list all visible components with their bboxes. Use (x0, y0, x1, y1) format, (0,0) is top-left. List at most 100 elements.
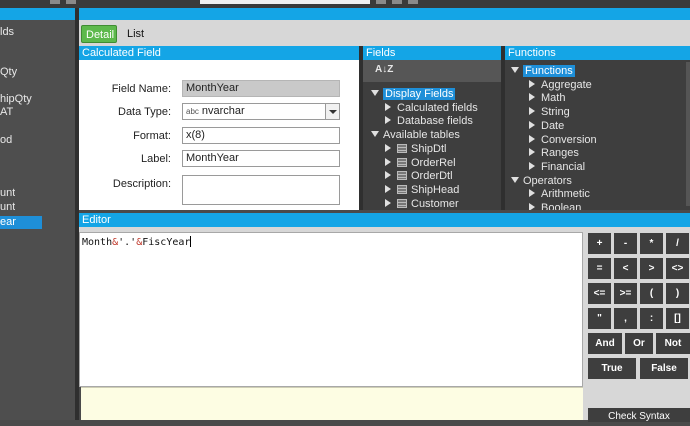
bool-button-false[interactable]: False (640, 358, 688, 379)
tree-node-label: Customer (411, 197, 459, 210)
expand-right-icon[interactable] (529, 148, 535, 157)
expand-down-icon[interactable] (511, 176, 519, 183)
expand-down-icon[interactable] (371, 131, 379, 138)
logic-button-or[interactable]: Or (625, 333, 653, 354)
expand-right-icon[interactable] (529, 189, 535, 198)
expand-right-icon[interactable] (385, 184, 391, 193)
left-list-item[interactable]: unt (0, 201, 15, 214)
expression-editor[interactable]: Month&'.'&FiscYear (79, 232, 583, 387)
expand-right-icon[interactable] (529, 161, 535, 170)
expand-right-icon[interactable] (529, 120, 535, 129)
operator-button[interactable]: [] (666, 308, 689, 329)
expand-down-icon[interactable] (511, 67, 519, 73)
toolbar-icon[interactable] (376, 0, 386, 4)
data-type-select[interactable]: abc nvarchar (182, 103, 340, 120)
expr-token: Month (82, 237, 113, 248)
left-list-item[interactable]: lds (0, 26, 14, 39)
tree-node[interactable]: Available tables (371, 129, 460, 142)
function-tree-node[interactable]: Operators (511, 175, 572, 188)
function-tree-node[interactable]: Math (529, 92, 565, 105)
operator-button[interactable]: * (640, 233, 663, 254)
tab-detail[interactable]: Detail (81, 25, 117, 43)
expand-right-icon[interactable] (529, 79, 535, 88)
calculated-field-header: Calculated Field (79, 46, 359, 60)
operator-button[interactable]: ( (640, 283, 663, 304)
function-tree-node[interactable]: Aggregate (529, 79, 592, 92)
operator-button[interactable]: , (614, 308, 637, 329)
table-tree-item[interactable]: ShipDtl (385, 143, 446, 156)
operator-button[interactable]: >= (614, 283, 637, 304)
fields-toolbar: A↓Z (363, 60, 501, 82)
toolbar-icon[interactable] (50, 0, 60, 4)
left-list-item[interactable]: ear (0, 216, 42, 229)
operator-button[interactable]: : (640, 308, 663, 329)
accent-strip (0, 8, 690, 20)
left-list-item[interactable]: AT (0, 106, 13, 119)
operator-button[interactable]: - (614, 233, 637, 254)
function-tree-node[interactable]: Arithmetic (529, 188, 590, 201)
logic-button-and[interactable]: And (588, 333, 622, 354)
expand-right-icon[interactable] (385, 157, 391, 166)
description-input[interactable] (182, 175, 340, 205)
expand-right-icon[interactable] (529, 203, 535, 210)
expand-right-icon[interactable] (529, 134, 535, 143)
functions-scrollbar[interactable] (686, 62, 690, 206)
tree-node-label: Date (541, 119, 565, 132)
tree-node-label: Arithmetic (541, 188, 590, 201)
operator-button[interactable]: < (614, 258, 637, 279)
function-tree-node[interactable]: Financial (529, 161, 585, 174)
toolbar-icon[interactable] (392, 0, 402, 4)
operator-button[interactable]: <> (666, 258, 689, 279)
fields-tree-panel: A↓Z Display Fields Calculated fields Datab… (363, 60, 501, 210)
tree-node-label: Conversion (541, 133, 597, 146)
bool-button-true[interactable]: True (588, 358, 636, 379)
operator-button[interactable]: > (640, 258, 663, 279)
function-tree-node[interactable]: Conversion (529, 134, 597, 147)
tree-node[interactable]: Calculated fields (385, 102, 478, 115)
expand-right-icon[interactable] (385, 171, 391, 180)
toolbar-search-input[interactable] (200, 0, 370, 4)
tree-node-label: Ranges (541, 147, 579, 160)
table-tree-item[interactable]: Customer (385, 198, 459, 210)
operator-button[interactable]: ) (666, 283, 689, 304)
logic-button-not[interactable]: Not (656, 333, 690, 354)
operator-button[interactable]: + (588, 233, 611, 254)
function-tree-node[interactable]: Boolean (529, 202, 581, 210)
operator-button[interactable]: " (588, 308, 611, 329)
left-list-item[interactable]: Qty (0, 66, 17, 79)
operator-button[interactable]: = (588, 258, 611, 279)
table-tree-item[interactable]: OrderRel (385, 157, 456, 170)
expand-right-icon[interactable] (529, 107, 535, 116)
operator-button[interactable]: <= (588, 283, 611, 304)
label-input[interactable]: MonthYear (182, 150, 340, 167)
operator-button[interactable]: / (666, 233, 689, 254)
tree-node-label: Database fields (397, 115, 473, 128)
table-tree-item[interactable]: OrderDtl (385, 170, 453, 183)
function-tree-node[interactable]: Ranges (529, 147, 579, 160)
left-list-item[interactable]: hipQty (0, 93, 32, 106)
tree-node[interactable]: Display Fields (371, 88, 456, 101)
tab-list[interactable]: List (123, 25, 148, 43)
chevron-down-icon[interactable] (325, 104, 339, 119)
function-tree-node[interactable]: Functions (511, 65, 575, 78)
expand-right-icon[interactable] (529, 93, 535, 102)
left-list-item[interactable]: od (0, 134, 12, 147)
expand-right-icon[interactable] (385, 143, 391, 152)
tree-node[interactable]: Database fields (385, 115, 473, 128)
left-list-item[interactable]: unt (0, 187, 15, 200)
fields-header: Fields (363, 46, 501, 60)
expand-right-icon[interactable] (385, 116, 391, 125)
function-tree-node[interactable]: String (529, 106, 570, 119)
sort-az-icon[interactable]: A↓Z (375, 64, 393, 75)
toolbar-icon[interactable] (66, 0, 76, 4)
expression-text[interactable]: Month&'.'&FiscYear (82, 236, 192, 248)
function-tree-node[interactable]: Date (529, 120, 564, 133)
format-input[interactable]: x(8) (182, 127, 340, 144)
expand-down-icon[interactable] (371, 90, 379, 96)
tree-node-label: Functions (523, 65, 575, 77)
toolbar-icon[interactable] (408, 0, 418, 4)
expand-right-icon[interactable] (385, 102, 391, 111)
expand-right-icon[interactable] (385, 198, 391, 207)
field-name-input[interactable]: MonthYear (182, 80, 340, 97)
table-tree-item[interactable]: ShipHead (385, 184, 459, 197)
